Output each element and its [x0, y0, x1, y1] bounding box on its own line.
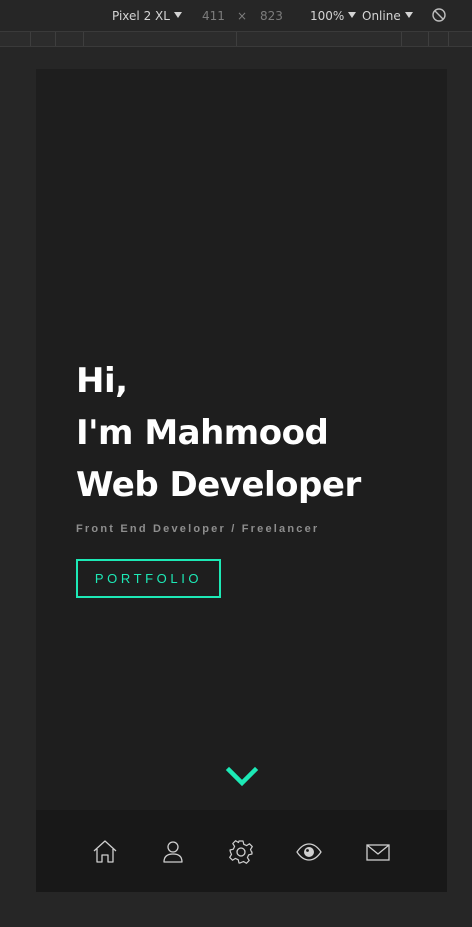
rotate-icon[interactable]: [431, 7, 447, 23]
home-icon[interactable]: [91, 838, 119, 866]
zoom-select[interactable]: 100%: [310, 8, 357, 24]
hero-section: Hi, I'm Mahmood Web Developer Front End …: [76, 355, 416, 598]
device-toolbar: Pixel 2 XL 411 × 823 100% Online: [0, 0, 472, 31]
gear-icon[interactable]: [227, 838, 255, 866]
ruler-tick: [448, 32, 449, 46]
height-input[interactable]: 823: [260, 8, 283, 24]
hero-role: Web Developer: [76, 465, 361, 505]
eye-icon[interactable]: [295, 838, 323, 866]
chevron-down-icon: [348, 12, 357, 18]
chevron-down-icon: [404, 12, 413, 18]
media-query-ruler[interactable]: [0, 31, 472, 47]
hero-greeting: Hi,: [76, 361, 128, 401]
user-icon[interactable]: [159, 838, 187, 866]
chevron-down-icon: [173, 12, 182, 18]
dimension-separator: ×: [237, 9, 248, 23]
network-select-label: Online: [362, 9, 401, 23]
ruler-tick: [83, 32, 84, 46]
device-viewport: Hi, I'm Mahmood Web Developer Front End …: [36, 69, 447, 892]
hero-subtitle: Front End Developer / Freelancer: [76, 523, 320, 535]
device-select-label: Pixel 2 XL: [112, 9, 170, 23]
ruler-tick: [236, 32, 237, 46]
zoom-select-label: 100%: [310, 9, 345, 23]
ruler-tick: [401, 32, 402, 46]
mail-icon[interactable]: [364, 838, 392, 866]
width-input[interactable]: 411: [202, 8, 225, 24]
chevron-down-icon[interactable]: [225, 766, 259, 788]
device-select[interactable]: Pixel 2 XL: [112, 8, 182, 24]
hero-heading: Hi, I'm Mahmood Web Developer: [76, 355, 416, 511]
ruler-tick: [30, 32, 31, 46]
network-select[interactable]: Online: [362, 8, 413, 24]
hero-name: I'm Mahmood: [76, 413, 329, 453]
bottom-navigation: [36, 810, 447, 892]
portfolio-button[interactable]: PORTFOLIO: [76, 559, 221, 598]
ruler-tick: [428, 32, 429, 46]
ruler-tick: [55, 32, 56, 46]
